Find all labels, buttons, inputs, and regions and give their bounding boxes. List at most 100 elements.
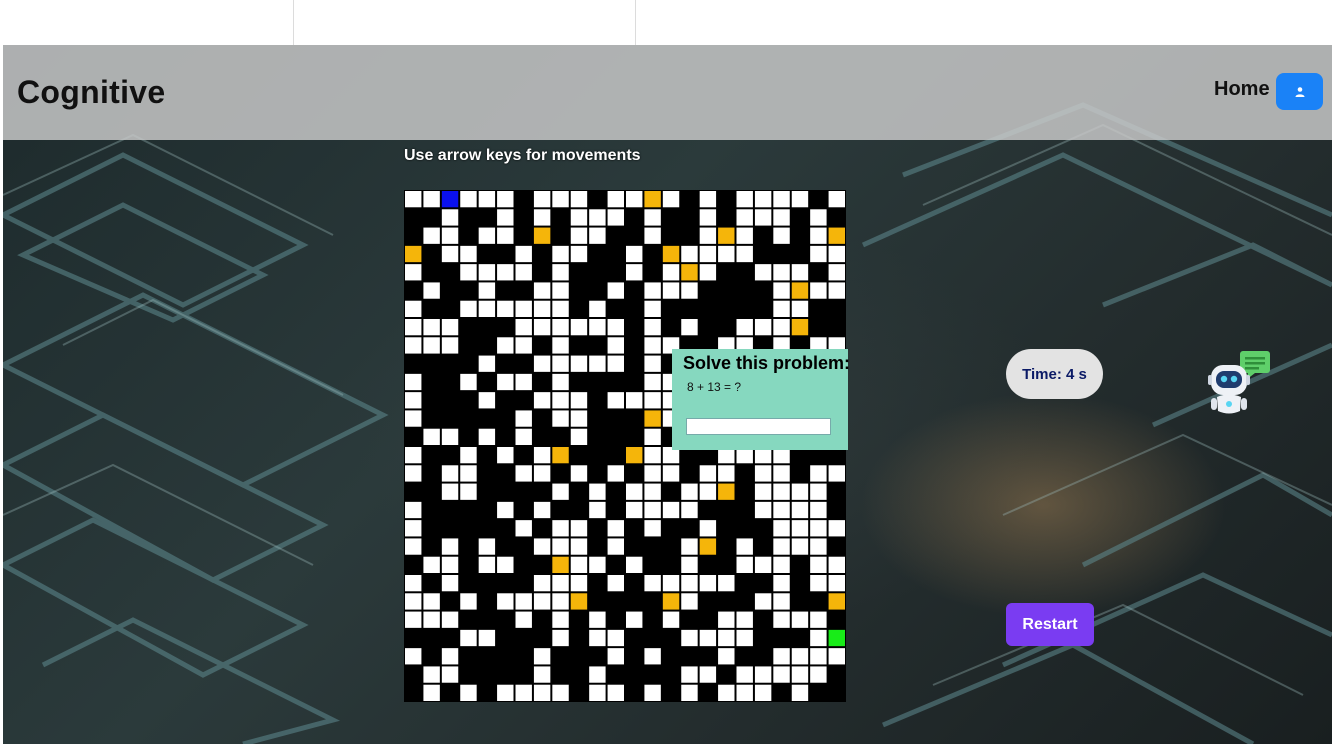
brand-logo[interactable]: Cognitive	[17, 74, 165, 111]
path-cell	[570, 520, 588, 537]
path-cell	[699, 465, 717, 482]
path-cell	[552, 575, 569, 592]
path-cell	[460, 191, 477, 208]
path-cell	[607, 629, 624, 647]
path-cell	[718, 611, 735, 628]
path-cell	[423, 282, 440, 299]
path-cell	[773, 501, 790, 519]
path-cell	[828, 520, 845, 537]
path-cell	[423, 684, 440, 701]
answer-input[interactable]	[686, 418, 831, 435]
path-cell	[736, 611, 753, 628]
path-cell	[497, 337, 514, 354]
path-cell	[681, 666, 698, 683]
path-cell	[626, 392, 643, 409]
path-cell	[570, 392, 588, 409]
path-cell	[718, 648, 735, 665]
path-cell	[515, 300, 532, 317]
path-cell	[552, 337, 569, 354]
path-cell	[441, 575, 459, 592]
coin-cell	[828, 593, 845, 610]
path-cell	[754, 556, 772, 573]
game-viewport: Cognitive Home Use arrow keys for moveme…	[3, 45, 1332, 744]
path-cell	[423, 319, 440, 336]
path-cell	[405, 501, 422, 519]
path-cell	[699, 483, 717, 500]
coin-cell	[699, 538, 717, 555]
timer-label: Time: 4 s	[1022, 365, 1087, 383]
restart-button[interactable]: Restart	[1006, 603, 1094, 646]
path-cell	[828, 465, 845, 482]
path-cell	[589, 300, 606, 317]
path-cell	[405, 593, 422, 610]
path-cell	[828, 245, 845, 263]
path-cell	[589, 209, 606, 226]
path-cell	[644, 447, 661, 464]
path-cell	[515, 465, 532, 482]
path-cell	[662, 611, 680, 628]
path-cell	[644, 684, 661, 701]
path-cell	[754, 465, 772, 482]
path-cell	[754, 191, 772, 208]
coin-cell	[626, 447, 643, 464]
path-cell	[441, 428, 459, 445]
path-cell	[644, 465, 661, 482]
robot-assistant-icon[interactable]	[1203, 349, 1275, 421]
path-cell	[515, 264, 532, 281]
path-cell	[405, 319, 422, 336]
coin-cell	[791, 319, 809, 336]
path-cell	[681, 593, 698, 610]
path-cell	[773, 319, 790, 336]
coin-cell	[405, 245, 422, 263]
path-cell	[423, 227, 440, 244]
path-cell	[736, 629, 753, 647]
path-cell	[607, 538, 624, 555]
path-cell	[810, 209, 827, 226]
coin-cell	[681, 264, 698, 281]
path-cell	[773, 520, 790, 537]
path-cell	[460, 300, 477, 317]
path-cell	[607, 191, 624, 208]
path-cell	[515, 428, 532, 445]
path-cell	[570, 575, 588, 592]
path-cell	[699, 245, 717, 263]
problem-panel: Solve this problem: 8 + 13 = ?	[672, 349, 850, 450]
coin-cell	[552, 556, 569, 573]
path-cell	[754, 319, 772, 336]
path-cell	[791, 300, 809, 317]
path-cell	[718, 465, 735, 482]
path-cell	[644, 648, 661, 665]
path-cell	[497, 300, 514, 317]
path-cell	[699, 191, 717, 208]
path-cell	[810, 227, 827, 244]
path-cell	[405, 410, 422, 427]
path-cell	[478, 392, 496, 409]
path-cell	[515, 245, 532, 263]
path-cell	[810, 538, 827, 555]
path-cell	[626, 264, 643, 281]
path-cell	[497, 684, 514, 701]
path-cell	[497, 501, 514, 519]
path-cell	[607, 337, 624, 354]
path-cell	[441, 209, 459, 226]
path-cell	[441, 556, 459, 573]
path-cell	[441, 465, 459, 482]
path-cell	[497, 556, 514, 573]
path-cell	[533, 684, 551, 701]
path-cell	[478, 355, 496, 372]
path-cell	[718, 684, 735, 701]
coin-cell	[644, 410, 661, 427]
user-button[interactable]	[1276, 73, 1323, 110]
path-cell	[662, 465, 680, 482]
path-cell	[460, 684, 477, 701]
path-cell	[497, 227, 514, 244]
path-cell	[441, 611, 459, 628]
path-cell	[626, 501, 643, 519]
path-cell	[662, 282, 680, 299]
path-cell	[828, 648, 845, 665]
path-cell	[460, 483, 477, 500]
nav-home-link[interactable]: Home	[1214, 78, 1270, 101]
path-cell	[515, 520, 532, 537]
coin-cell	[791, 282, 809, 299]
path-cell	[570, 319, 588, 336]
